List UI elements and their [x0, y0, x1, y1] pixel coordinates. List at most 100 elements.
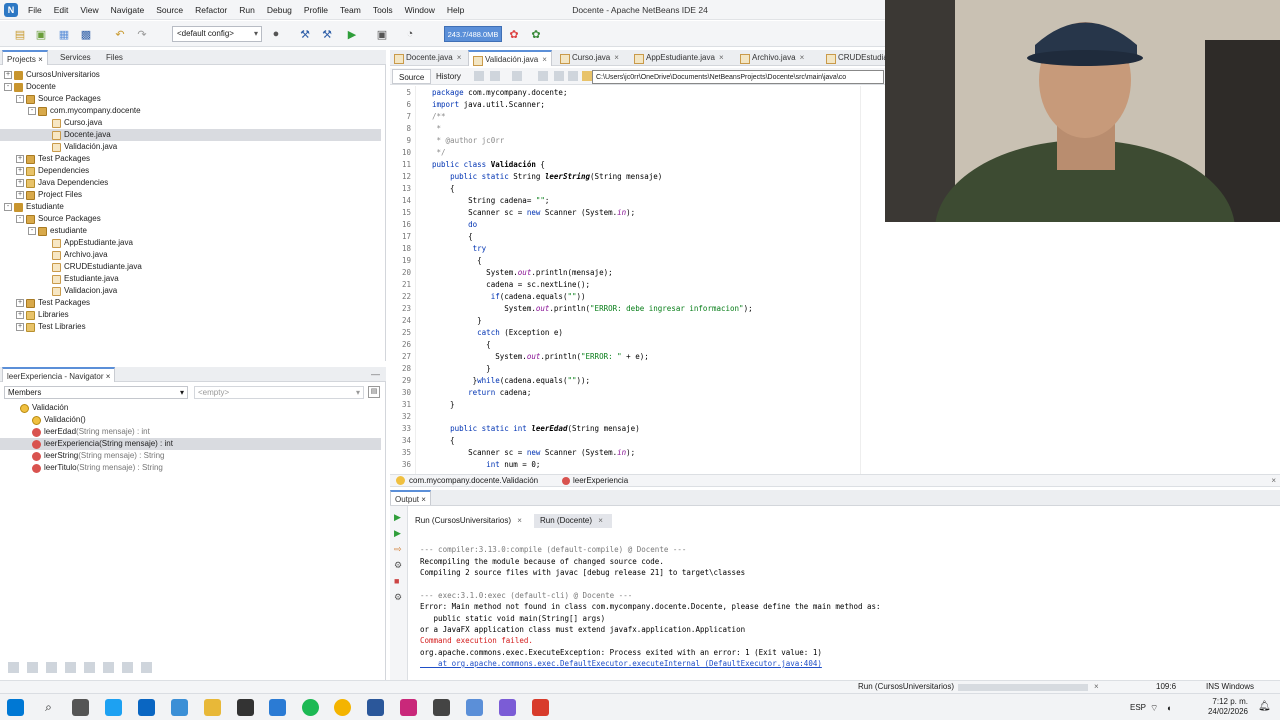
tab-projects[interactable]: Projects × [2, 50, 48, 65]
tab-docente-java[interactable]: Docente.java × [390, 50, 465, 66]
language-indicator[interactable]: ESP [1130, 703, 1146, 712]
editor-scrollbar[interactable] [860, 86, 886, 474]
windows-start-icon[interactable] [7, 699, 24, 716]
tree-node[interactable]: + Libraries [16, 309, 69, 321]
tree-node[interactable]: - Docente [4, 81, 56, 93]
breadcrumb-method[interactable]: leerExperiencia [573, 475, 628, 487]
tree-node[interactable]: - com.mycompany.docente [28, 105, 141, 117]
menu-refactor[interactable]: Refactor [189, 5, 233, 15]
file-explorer-icon[interactable] [204, 699, 221, 716]
search-icon[interactable]: ⌕ [40, 699, 57, 716]
find-next-icon[interactable] [568, 71, 578, 81]
tab-run-docente[interactable]: Run (Docente) × [534, 514, 612, 528]
menu-window[interactable]: Window [399, 5, 441, 15]
save-all-icon[interactable]: ▩ [78, 26, 94, 42]
tree-node[interactable]: Archivo.java [52, 249, 108, 261]
close-icon[interactable]: × [1094, 681, 1099, 693]
tree-node[interactable]: - estudiante [28, 225, 87, 237]
tree-node[interactable]: - Source Packages [16, 93, 101, 105]
find-icon[interactable] [538, 71, 548, 81]
netbeans-taskbar-icon[interactable] [466, 699, 483, 716]
breadcrumb-class[interactable]: com.mycompany.docente.Validación [409, 475, 538, 487]
new-file-icon[interactable]: ▤ [12, 26, 28, 42]
tree-node[interactable]: Validacion.java [52, 285, 117, 297]
app-icon[interactable] [400, 699, 417, 716]
store-icon[interactable] [171, 699, 188, 716]
toggle-highlight-icon[interactable] [582, 71, 592, 81]
clear-icon[interactable]: ■ [394, 576, 399, 586]
browser-icon[interactable] [138, 699, 155, 716]
tree-node[interactable]: + Project Files [16, 189, 82, 201]
undo-icon[interactable]: ↶ [112, 26, 128, 42]
source-tab[interactable]: Source [392, 69, 432, 84]
menu-debug[interactable]: Debug [261, 5, 298, 15]
back-icon[interactable] [490, 71, 500, 81]
notification-icon[interactable]: 🔔︎ [1258, 701, 1271, 712]
tree-node[interactable]: Curso.java [52, 117, 102, 129]
tree-node[interactable]: - Estudiante [4, 201, 64, 213]
navigator-item[interactable]: leerTitulo (String mensaje) : String [32, 462, 163, 474]
settings-icon[interactable]: ⚙ [394, 560, 402, 571]
sort-source-icon[interactable] [103, 662, 114, 673]
tree-node[interactable]: Validación.java [52, 141, 117, 153]
github-icon[interactable] [237, 699, 254, 716]
tab-files[interactable]: Files [102, 50, 127, 65]
tree-node[interactable]: + Java Dependencies [16, 177, 108, 189]
filter-inherited-icon[interactable] [65, 662, 76, 673]
menu-team[interactable]: Team [334, 5, 367, 15]
config-select[interactable]: <default config> [172, 26, 262, 42]
history-icon[interactable]: ▤ [368, 386, 380, 398]
filter-nonpublic-icon[interactable] [46, 662, 57, 673]
tree-node[interactable]: AppEstudiante.java [52, 237, 133, 249]
close-icon[interactable]: × [800, 53, 805, 62]
clock-time[interactable]: 7:12 p. m. [1208, 697, 1248, 706]
close-icon[interactable]: × [614, 53, 619, 62]
members-select[interactable]: Members ▾ [4, 386, 188, 399]
menu-navigate[interactable]: Navigate [105, 5, 151, 15]
tool-icon[interactable] [433, 699, 450, 716]
close-icon[interactable]: × [457, 53, 462, 62]
menu-run[interactable]: Run [233, 5, 261, 15]
filter-options-icon[interactable] [141, 662, 152, 673]
menu-help[interactable]: Help [441, 5, 470, 15]
gc-icon[interactable]: ✿ [506, 26, 522, 42]
profile-project-icon[interactable]: ◔ [402, 26, 418, 42]
filter-fields-icon[interactable] [8, 662, 19, 673]
vscode-icon[interactable] [269, 699, 286, 716]
tab-archivo-java[interactable]: Archivo.java × [736, 50, 808, 66]
forward-icon[interactable] [512, 71, 522, 81]
tab-output[interactable]: Output × [390, 490, 431, 505]
profiler-icon[interactable]: ✿ [528, 26, 544, 42]
build-hammer-icon[interactable]: ⚒ [297, 26, 313, 42]
config-globe-icon[interactable]: ● [268, 26, 284, 42]
recorder-icon[interactable] [532, 699, 549, 716]
navigator-item[interactable]: Validación [20, 402, 68, 414]
rerun-with-options-icon[interactable]: ▶ [394, 528, 401, 539]
stop-icon[interactable]: ⇨ [394, 544, 402, 555]
tree-node[interactable]: Docente.java [0, 129, 381, 141]
navigator-item[interactable]: leerExperiencia(String mensaje) : int [0, 438, 381, 450]
tree-node[interactable]: + Test Libraries [16, 321, 86, 333]
volume-icon[interactable]: ◖ [1166, 703, 1171, 713]
sort-name-icon[interactable] [84, 662, 95, 673]
menu-view[interactable]: View [74, 5, 104, 15]
navigator-item[interactable]: leerEdad (String mensaje) : int [32, 426, 150, 438]
close-icon[interactable]: × [1271, 475, 1276, 487]
tab-services[interactable]: Services [56, 50, 95, 65]
menu-file[interactable]: File [22, 5, 48, 15]
tab-appestudiante-java[interactable]: AppEstudiante.java × [630, 50, 728, 66]
tree-node[interactable]: + Dependencies [16, 165, 89, 177]
discord-icon[interactable] [499, 699, 516, 716]
close-icon[interactable]: × [542, 55, 547, 64]
chrome-icon[interactable] [334, 699, 351, 716]
output-link[interactable]: at org.apache.commons.exec.DefaultExecut… [420, 659, 822, 668]
tab-run-cursos[interactable]: Run (CursosUniversitarios) × [412, 514, 524, 528]
new-project-icon[interactable]: ▣ [33, 26, 49, 42]
wifi-icon[interactable]: ⌔ [1150, 703, 1158, 714]
task-view-icon[interactable] [72, 699, 89, 716]
filter-static-icon[interactable] [27, 662, 38, 673]
tab-crudestudiante[interactable]: CRUDEstudia [822, 50, 892, 66]
run-project-icon[interactable]: ▶ [344, 26, 360, 42]
tab-validacion-java[interactable]: Validación.java × [468, 50, 552, 66]
menu-profile[interactable]: Profile [298, 5, 334, 15]
